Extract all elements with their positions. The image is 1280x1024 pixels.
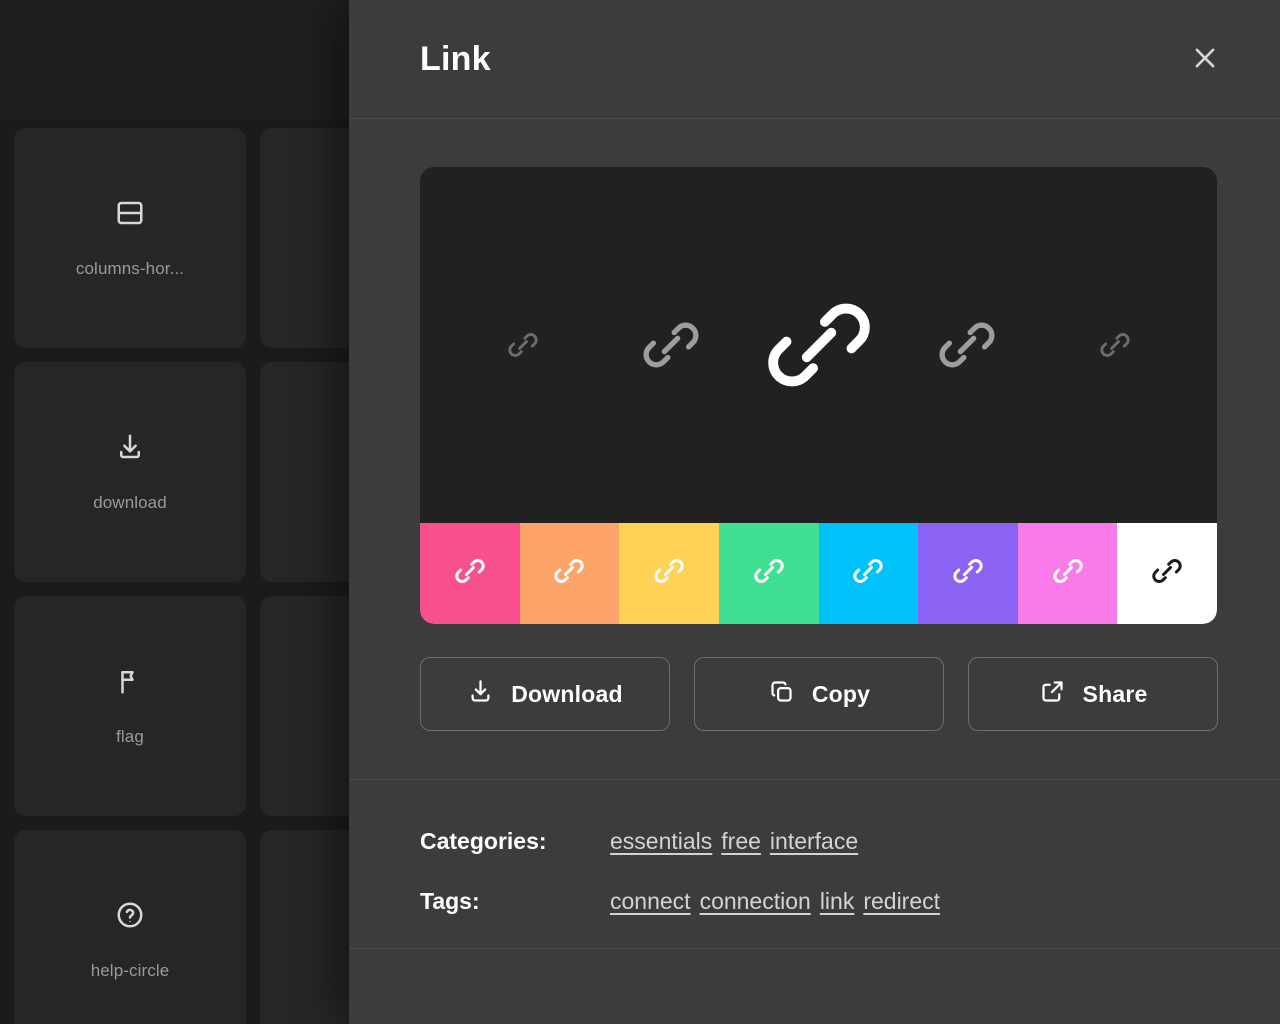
link-icon (453, 554, 487, 593)
download-button[interactable]: Download (420, 657, 670, 731)
color-swatch-purple[interactable] (918, 523, 1018, 624)
link-icon (652, 554, 686, 593)
categories-label: Categories: (420, 828, 547, 854)
columns-horizontal-icon (115, 198, 145, 233)
download-icon (115, 432, 145, 467)
icon-card-label: columns-hor... (75, 258, 185, 278)
share-button-label: Share (1082, 680, 1148, 707)
icon-card-label: help-circle (90, 960, 170, 980)
color-swatch-blue[interactable] (818, 523, 919, 624)
icon-card-label: flag (116, 726, 144, 746)
link-icon (1051, 554, 1085, 593)
icon-card-label: download (93, 492, 167, 512)
color-swatch-white[interactable] (1117, 523, 1217, 624)
page-title: Link (420, 39, 491, 78)
icon-grid: columns-hor... colur download (14, 128, 492, 1024)
close-icon (1191, 44, 1219, 75)
external-link-icon (1039, 678, 1066, 711)
category-link[interactable]: essentials (610, 828, 712, 855)
icon-preview-card (420, 167, 1217, 624)
action-button-row: Download Copy Share (420, 657, 1218, 731)
tag-link[interactable]: connection (700, 888, 811, 915)
tags-row: Tags: connect connection link redirect (420, 888, 1218, 915)
icon-card-help-circle[interactable]: help-circle (14, 830, 246, 1024)
icon-preview-sizes (420, 167, 1217, 523)
category-link[interactable]: free (721, 828, 761, 855)
app-root: columns-hor... colur download (0, 0, 1280, 1024)
icon-card-columns-horizontal[interactable]: columns-hor... (14, 128, 246, 348)
link-icon (851, 554, 885, 593)
icon-card-download[interactable]: download (14, 362, 246, 582)
close-button[interactable] (1182, 36, 1228, 82)
categories-row: Categories: essentials free interface (420, 828, 1218, 855)
share-button[interactable]: Share (968, 657, 1218, 731)
color-swatch-green[interactable] (718, 523, 819, 624)
link-icon-preview-lg (745, 286, 893, 404)
download-button-label: Download (511, 680, 623, 707)
help-circle-icon (115, 900, 145, 935)
color-swatch-orange[interactable] (519, 523, 620, 624)
tag-link[interactable]: link (820, 888, 855, 915)
metadata-section: Categories: essentials free interface Ta… (349, 780, 1280, 949)
color-swatch-strip (420, 523, 1217, 624)
link-icon (752, 554, 786, 593)
copy-icon (768, 678, 795, 711)
link-icon (951, 554, 985, 593)
tag-link[interactable]: connect (610, 888, 691, 915)
link-icon (552, 554, 586, 593)
panel-body: Download Copy Share Categories: essentia… (349, 119, 1280, 949)
color-swatch-yellow[interactable] (619, 523, 719, 624)
tag-link[interactable]: redirect (863, 888, 940, 915)
tags-label: Tags: (420, 888, 480, 914)
categories-values: essentials free interface (610, 828, 858, 855)
background-topbar (0, 0, 350, 120)
link-icon-preview-sm-right (893, 313, 1041, 377)
icon-card-flag[interactable]: flag (14, 596, 246, 816)
link-icon-preview-xs-right (1041, 328, 1189, 362)
color-swatch-pink[interactable] (420, 523, 520, 624)
copy-button-label: Copy (811, 680, 871, 707)
color-swatch-magenta[interactable] (1017, 523, 1118, 624)
icon-detail-panel: Link Download Copy Share Categories: ess… (349, 0, 1280, 1024)
link-icon-preview-sm-left (597, 313, 745, 377)
copy-button[interactable]: Copy (694, 657, 944, 731)
tags-values: connect connection link redirect (610, 888, 940, 915)
divider-below-meta (349, 948, 1280, 949)
panel-header: Link (349, 0, 1280, 119)
download-icon (467, 678, 494, 711)
category-link[interactable]: interface (770, 828, 858, 855)
flag-icon (115, 666, 145, 701)
link-icon-preview-xs (449, 328, 597, 362)
link-icon (1150, 554, 1184, 593)
